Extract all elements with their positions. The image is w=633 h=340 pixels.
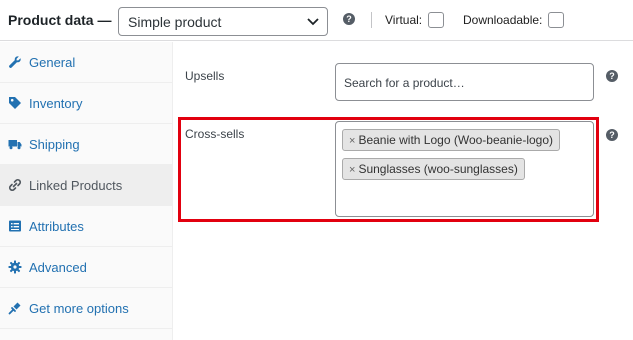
- cross-sell-tag-label: Beanie with Logo (Woo-beanie-logo): [358, 133, 554, 147]
- header-divider: [371, 12, 372, 28]
- tab-shipping-label: Shipping: [29, 137, 80, 152]
- tab-inventory-label: Inventory: [29, 96, 83, 111]
- tab-linked-products-label: Linked Products: [29, 178, 123, 193]
- remove-tag-icon[interactable]: ×: [349, 135, 355, 147]
- product-data-tabs: General Inventory Shipping Linked Produc…: [0, 42, 173, 340]
- tab-get-more-options-label: Get more options: [29, 301, 129, 316]
- tab-attributes[interactable]: Attributes: [0, 206, 172, 247]
- gear-icon: [8, 260, 22, 274]
- virtual-label: Virtual:: [385, 13, 423, 27]
- product-data-header: Product data — Simple product ? Virtual:…: [0, 0, 633, 41]
- downloadable-label: Downloadable:: [463, 13, 543, 27]
- chevron-down-icon: [307, 18, 319, 26]
- link-icon: [8, 178, 22, 192]
- tag-icon: [9, 97, 21, 109]
- cross-sells-help-icon[interactable]: ?: [606, 129, 618, 141]
- tab-advanced-label: Advanced: [29, 260, 87, 275]
- remove-tag-icon[interactable]: ×: [349, 164, 355, 176]
- tab-linked-products[interactable]: Linked Products: [0, 165, 172, 206]
- plugin-icon: [8, 302, 21, 315]
- tab-inventory[interactable]: Inventory: [0, 83, 172, 124]
- downloadable-checkbox[interactable]: [548, 12, 564, 28]
- truck-icon: [8, 140, 22, 150]
- product-type-select[interactable]: Simple product: [118, 7, 328, 36]
- cross-sells-label: Cross-sells: [185, 127, 245, 141]
- virtual-checkbox[interactable]: [428, 12, 444, 28]
- cross-sell-tag[interactable]: × Beanie with Logo (Woo-beanie-logo): [342, 129, 561, 151]
- tab-attributes-label: Attributes: [29, 219, 84, 234]
- cross-sell-tag-label: Sunglasses (woo-sunglasses): [358, 162, 518, 176]
- tab-advanced[interactable]: Advanced: [0, 247, 172, 288]
- upsells-placeholder: Search for a product…: [344, 76, 465, 90]
- cross-sell-tag[interactable]: × Sunglasses (woo-sunglasses): [342, 158, 525, 180]
- wrench-icon: [9, 56, 21, 68]
- upsells-label: Upsells: [185, 69, 225, 83]
- product-data-title: Product data —: [8, 12, 112, 28]
- tab-shipping[interactable]: Shipping: [0, 124, 172, 165]
- cross-sells-select[interactable]: × Beanie with Logo (Woo-beanie-logo) × Sun…: [335, 121, 594, 217]
- tab-general-label: General: [29, 55, 76, 70]
- product-type-help-icon[interactable]: ?: [343, 13, 355, 25]
- tab-general[interactable]: General: [0, 42, 172, 83]
- upsells-help-icon[interactable]: ?: [606, 70, 618, 82]
- product-type-selected: Simple product: [128, 14, 222, 30]
- list-icon: [9, 220, 21, 232]
- tab-get-more-options[interactable]: Get more options: [0, 288, 172, 329]
- upsells-search-input[interactable]: Search for a product…: [335, 63, 594, 101]
